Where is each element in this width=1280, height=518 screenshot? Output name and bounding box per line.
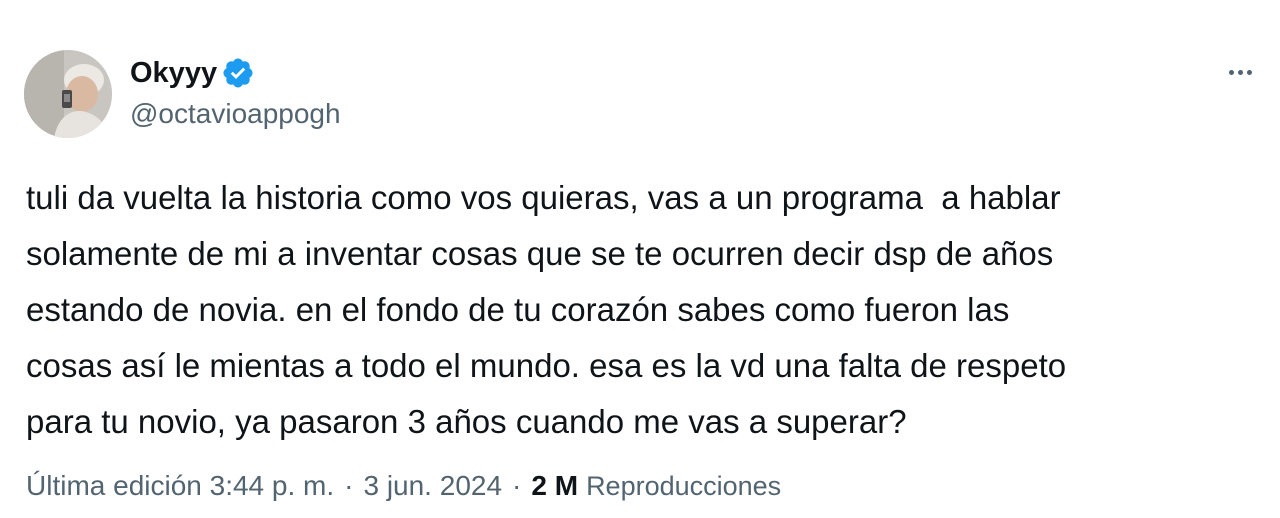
tweet-meta: Última edición 3:44 p. m. · 3 jun. 2024 …: [26, 470, 781, 502]
verified-badge-icon[interactable]: [221, 56, 255, 90]
more-horizontal-icon[interactable]: [1220, 62, 1260, 82]
handle[interactable]: @octavioappogh: [130, 98, 341, 130]
more-dot: [1246, 69, 1252, 75]
views-count: 2 M: [531, 470, 579, 501]
separator: ·: [512, 470, 522, 501]
name-row: Okyyy: [130, 54, 341, 92]
more-dot: [1228, 69, 1234, 75]
tweet-text: tuli da vuelta la historia como vos quie…: [26, 170, 1256, 450]
avatar[interactable]: [24, 50, 112, 138]
edited-timestamp-link[interactable]: Última edición 3:44 p. m.: [26, 470, 334, 502]
views-label: Reproducciones: [586, 470, 782, 501]
separator: ·: [344, 470, 354, 501]
more-dot: [1237, 69, 1243, 75]
author-info: Okyyy @octavioappogh: [130, 54, 341, 130]
tweet-text-line: solamente de mi a inventar cosas que se …: [26, 235, 1054, 272]
tweet-text-line: para tu novio, ya pasaron 3 años cuando …: [26, 403, 907, 440]
tweet-text-line: tuli da vuelta la historia como vos quie…: [26, 179, 1061, 216]
tweet-text-line: estando de novia. en el fondo de tu cora…: [26, 291, 1010, 328]
tweet-date[interactable]: 3 jun. 2024: [363, 470, 502, 502]
avatar-image: [24, 50, 112, 138]
tweet-card: Okyyy @octavioappogh tuli da vuelta la h…: [0, 0, 1280, 518]
tweet-text-line: cosas así le mientas a todo el mundo. es…: [26, 347, 1067, 384]
display-name[interactable]: Okyyy: [130, 57, 217, 90]
